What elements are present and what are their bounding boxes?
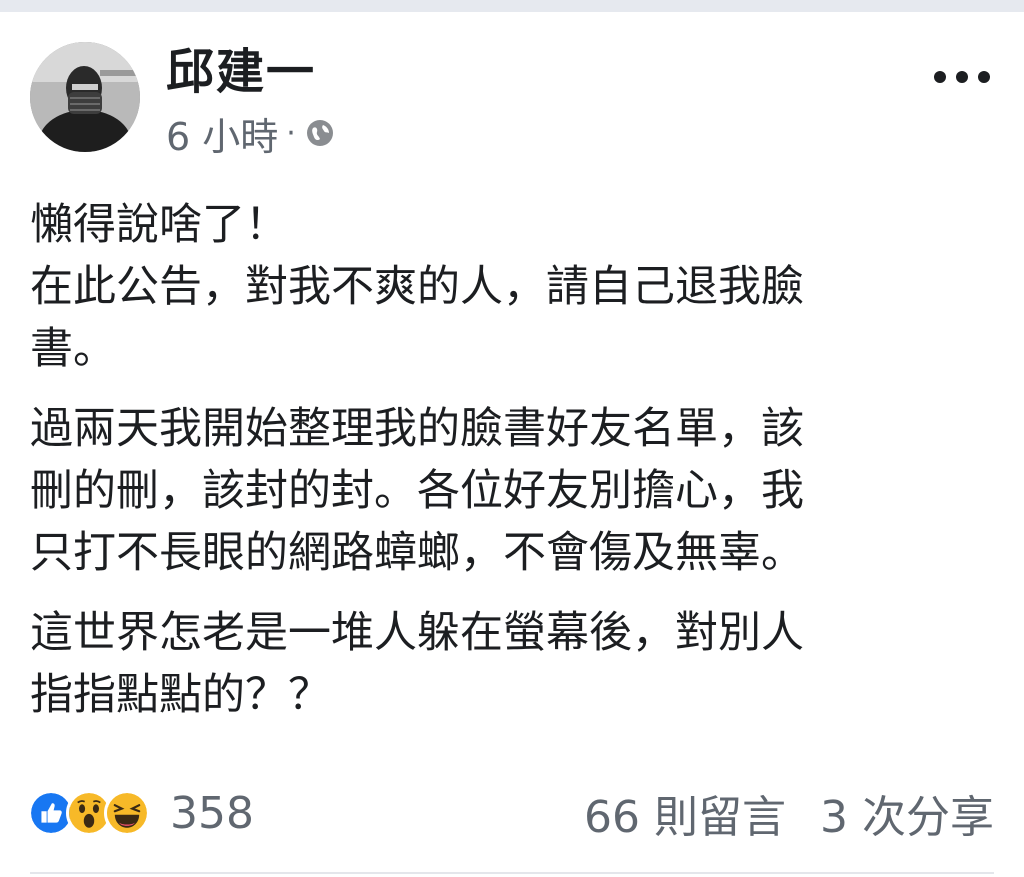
- haha-icon: [104, 790, 150, 836]
- post-paragraph: 懶得說啥了！ 在此公告，對我不爽的人，請自己退我臉 書。: [30, 200, 804, 374]
- engagement-counts: 66 則留言 3 次分享: [584, 781, 994, 845]
- reactions-summary[interactable]: 358: [28, 784, 254, 842]
- avatar[interactable]: [30, 42, 140, 152]
- globe-icon: [306, 120, 333, 146]
- post-body: 懶得說啥了！ 在此公告，對我不爽的人，請自己退我臉 書。 過兩天我開始整理我的臉…: [30, 194, 990, 744]
- divider: [30, 872, 994, 874]
- more-options-button[interactable]: [934, 62, 990, 92]
- shares-count-link[interactable]: 3 次分享: [820, 781, 994, 845]
- reaction-count: 358: [170, 787, 254, 839]
- more-dot: [934, 71, 946, 83]
- author-name[interactable]: 邱建一: [166, 44, 316, 100]
- avatar-photo: [30, 42, 140, 152]
- post-paragraph: 這世界怎老是一堆人躲在螢幕後，對別人 指指點點的？？: [30, 608, 804, 720]
- meta-separator: ·: [286, 115, 296, 151]
- post-meta: 6 小時 ·: [166, 110, 334, 159]
- post-timestamp[interactable]: 6 小時: [166, 106, 278, 161]
- status-bar-strip: [0, 0, 1024, 12]
- more-dot: [956, 71, 968, 83]
- comments-count-link[interactable]: 66 則留言: [584, 781, 786, 845]
- post-paragraph: 過兩天我開始整理我的臉書好友名單，該 刪的刪，該封的封。各位好友別擔心，我 只打…: [30, 404, 804, 578]
- more-dot: [978, 71, 990, 83]
